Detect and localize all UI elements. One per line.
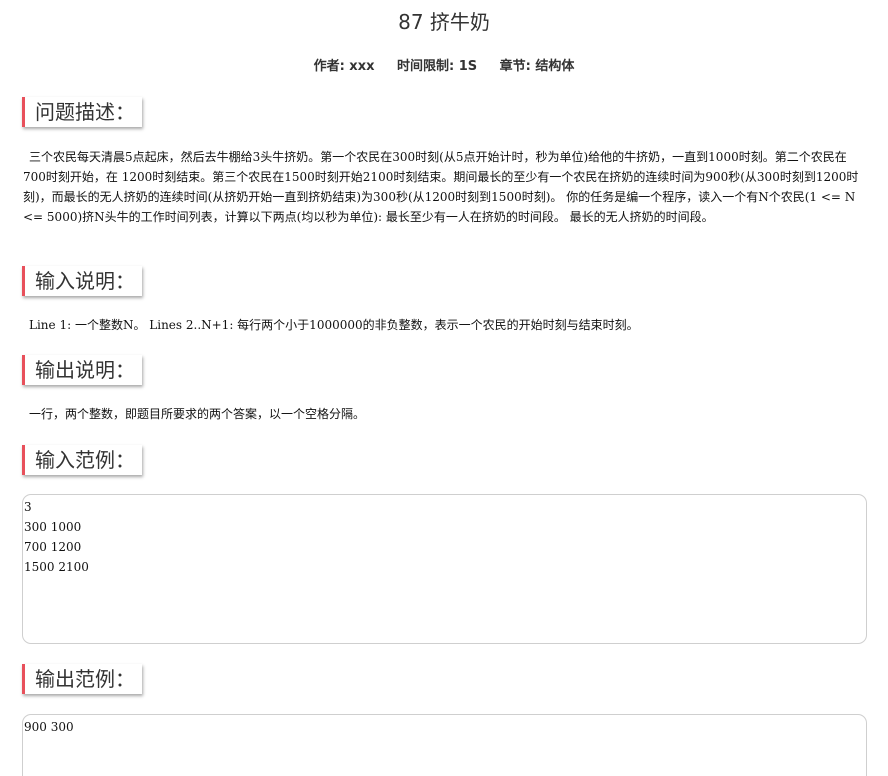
description-heading: 问题描述： — [22, 97, 142, 127]
input-desc-heading: 输入说明： — [22, 266, 142, 296]
input-example-text: 3 300 1000 700 1200 1500 2100 — [24, 500, 89, 574]
input-desc-text: Line 1: 一个整数N。 Lines 2..N+1: 每行两个小于10000… — [29, 318, 639, 332]
description-text: 三个农民每天清晨5点起床，然后去牛棚给3头牛挤奶。第一个农民在300时刻(从5点… — [23, 150, 860, 224]
output-example-text: 900 300 — [24, 720, 74, 734]
chapter-label: 章节: 结构体 — [499, 59, 575, 74]
output-desc-text: 一行，两个整数，即题目所要求的两个答案，以一个空格分隔。 — [29, 407, 366, 421]
input-example-heading: 输入范例： — [22, 445, 142, 475]
author-label: 作者: xxx — [313, 59, 375, 74]
page-title: 87 挤牛奶 — [398, 10, 490, 34]
output-example-heading: 输出范例： — [22, 664, 142, 694]
problem-meta: 作者: xxx 时间限制: 1S 章节: 结构体 — [0, 58, 888, 76]
time-limit-label: 时间限制: 1S — [397, 59, 478, 74]
input-example-box: 3 300 1000 700 1200 1500 2100 — [22, 494, 867, 644]
output-desc-heading: 输出说明： — [22, 355, 142, 385]
output-example-box: 900 300 — [22, 714, 867, 776]
